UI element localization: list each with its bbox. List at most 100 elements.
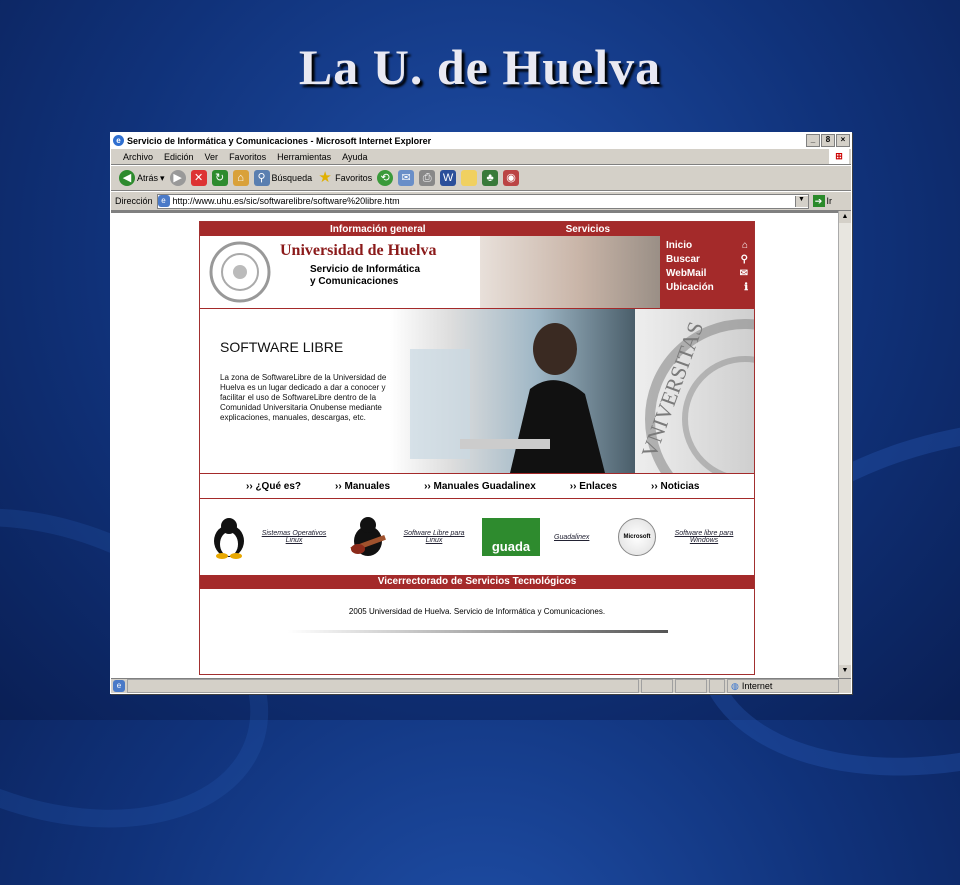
- restore-button[interactable]: 8: [821, 134, 835, 147]
- search-label: Búsqueda: [271, 173, 313, 183]
- mail-icon: ✉: [739, 268, 748, 279]
- university-seal-watermark: VNIVERSITAS: [635, 309, 754, 473]
- windows-flag-icon: ⊞: [829, 149, 849, 164]
- slide-title: La U. de Huelva: [298, 39, 662, 95]
- page-status-icon: e: [113, 680, 125, 692]
- nav-buscar[interactable]: Buscar ⚲: [666, 254, 748, 265]
- close-button[interactable]: ×: [836, 134, 850, 147]
- top-nav-info[interactable]: Información general: [330, 224, 426, 235]
- go-label: Ir: [826, 196, 833, 206]
- university-logo: Universidad de Huelva: [280, 242, 437, 259]
- status-bar: e ◍ Internet: [111, 678, 851, 693]
- menu-noticias[interactable]: ›› Noticias: [651, 481, 699, 492]
- menu-manuales[interactable]: ›› Manuales: [335, 481, 390, 492]
- menu-ayuda[interactable]: Ayuda: [342, 152, 367, 162]
- minimize-button[interactable]: _: [806, 134, 820, 147]
- menu-edicion[interactable]: Edición: [164, 152, 194, 162]
- header-photos: [480, 236, 660, 308]
- software-libre-description: La zona de SoftwareLibre de la Universid…: [220, 373, 387, 422]
- guadalinex-logo-icon: guada: [482, 518, 540, 556]
- category-links: Sistemas Operativos Linux Software Libre…: [200, 499, 754, 575]
- service-name-line1: Servicio de Informática: [310, 264, 421, 275]
- status-cell: [709, 679, 725, 693]
- page-viewport: Información general Servicios Universida…: [111, 211, 839, 679]
- star-icon: ★: [318, 169, 332, 186]
- menu-favoritos[interactable]: Favoritos: [229, 152, 266, 162]
- vertical-scrollbar[interactable]: ▲ ▼: [838, 211, 851, 677]
- vicerrectorado-bar: Vicerrectorado de Servicios Tecnológicos: [200, 575, 754, 589]
- window-title: Servicio de Informática y Comunicaciones…: [127, 135, 432, 146]
- mail-icon[interactable]: ✉: [398, 170, 415, 186]
- browser-window: e Servicio de Informática y Comunicacion…: [110, 132, 852, 694]
- link-guadalinex[interactable]: Guadalinex: [554, 534, 589, 541]
- status-cell: [641, 679, 673, 693]
- go-button[interactable]: ➔ Ir: [812, 195, 833, 207]
- service-name-line2: y Comunicaciones: [310, 276, 399, 287]
- footer-divider: [288, 630, 668, 633]
- favorites-button[interactable]: ★ Favoritos: [317, 170, 372, 186]
- svg-text:VNIVERSITAS: VNIVERSITAS: [636, 318, 708, 460]
- menu-archivo[interactable]: Archivo: [123, 152, 153, 162]
- menu-herramientas[interactable]: Herramientas: [277, 152, 331, 162]
- microsoft-logo-icon: Microsoft: [618, 518, 656, 556]
- address-url: http://www.uhu.es/sic/softwarelibre/soft…: [172, 196, 400, 206]
- copyright-text: 2005 Universidad de Huelva. Servicio de …: [348, 607, 606, 616]
- link-software-libre-windows[interactable]: Software libre para Windows: [668, 530, 740, 544]
- hero-section: SOFTWARE LIBRE La zona de SoftwareLibre …: [200, 309, 754, 474]
- home-icon: ⌂: [741, 240, 748, 251]
- university-seal-icon: [200, 236, 280, 308]
- scroll-up-icon[interactable]: ▲: [839, 211, 851, 223]
- menu-bar: Archivo Edición Ver Favoritos Herramient…: [111, 148, 851, 165]
- nav-ubicacion[interactable]: Ubicación ℹ: [666, 282, 748, 293]
- globe-icon: ◍: [731, 680, 739, 691]
- search-button[interactable]: ⚲ Búsqueda: [253, 170, 313, 186]
- history-icon[interactable]: ⟲: [377, 170, 394, 186]
- menu-enlaces[interactable]: ›› Enlaces: [570, 481, 617, 492]
- messenger-icon[interactable]: ♣: [482, 170, 499, 186]
- favorites-label: Favoritos: [335, 173, 373, 183]
- side-nav: Inicio ⌂ Buscar ⚲ WebMail ✉ Ubicación ℹ: [660, 236, 754, 308]
- address-dropdown-icon[interactable]: ▼: [794, 195, 808, 207]
- folder-icon[interactable]: [461, 170, 478, 186]
- home-icon[interactable]: ⌂: [232, 170, 249, 186]
- status-cell: [127, 679, 639, 693]
- menu-ver[interactable]: Ver: [205, 152, 219, 162]
- top-nav: Información general Servicios: [200, 222, 754, 236]
- refresh-icon[interactable]: ↻: [211, 170, 228, 186]
- web-page: Información general Servicios Universida…: [199, 221, 755, 675]
- print-icon[interactable]: ⎙: [419, 170, 436, 186]
- address-label: Dirección: [115, 196, 153, 206]
- link-sistemas-operativos-linux[interactable]: Sistemas Operativos Linux: [256, 530, 332, 544]
- tux-guitar-icon: [350, 517, 386, 556]
- link-software-libre-linux[interactable]: Software Libre para Linux: [396, 530, 472, 544]
- top-nav-services[interactable]: Servicios: [566, 224, 610, 235]
- software-libre-title: SOFTWARE LIBRE: [220, 339, 344, 355]
- research-icon[interactable]: ◉: [503, 170, 520, 186]
- section-menu: ›› ¿Qué es? ›› Manuales ›› Manuales Guad…: [200, 474, 754, 499]
- address-bar: Dirección e http://www.uhu.es/sic/softwa…: [111, 191, 851, 211]
- word-edit-icon[interactable]: W: [440, 170, 457, 186]
- tux-penguin-icon: [214, 518, 244, 559]
- status-cell: [675, 679, 707, 693]
- window-titlebar[interactable]: e Servicio de Informática y Comunicacion…: [111, 133, 851, 148]
- address-input[interactable]: e http://www.uhu.es/sic/softwarelibre/so…: [156, 193, 809, 209]
- back-arrow-icon: ◀: [119, 170, 135, 186]
- ie-logo-icon: e: [113, 135, 124, 146]
- scroll-down-icon[interactable]: ▼: [839, 665, 851, 677]
- nav-webmail[interactable]: WebMail ✉: [666, 268, 748, 279]
- page-header: Universidad de Huelva Servicio de Inform…: [200, 236, 754, 309]
- back-button[interactable]: ◀ Atrás ▾: [119, 170, 165, 186]
- stop-icon[interactable]: ✕: [190, 170, 207, 186]
- info-icon: ℹ: [744, 282, 748, 293]
- menu-que-es[interactable]: ›› ¿Qué es?: [246, 481, 301, 492]
- hero-photo: [390, 309, 635, 473]
- go-arrow-icon: ➔: [812, 195, 825, 207]
- forward-arrow-icon[interactable]: ▶: [169, 170, 186, 186]
- search-icon: ⚲: [740, 254, 748, 265]
- status-zone: ◍ Internet: [727, 679, 839, 693]
- back-label: Atrás: [137, 173, 159, 183]
- page-icon: e: [157, 195, 170, 207]
- search-icon: ⚲: [253, 170, 270, 186]
- menu-manuales-guadalinex[interactable]: ›› Manuales Guadalinex: [424, 481, 536, 492]
- nav-inicio[interactable]: Inicio ⌂: [666, 240, 748, 251]
